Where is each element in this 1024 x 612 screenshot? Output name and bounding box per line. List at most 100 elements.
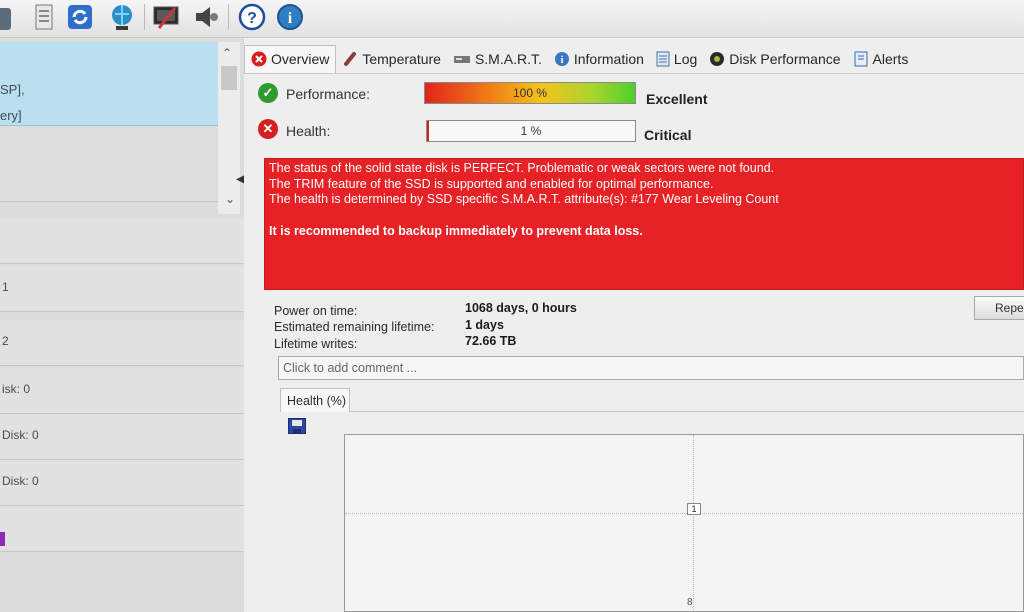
tab-temperature[interactable]: Temperature [336,46,447,72]
list-item[interactable] [0,218,254,264]
list-item-text: 2 [2,334,9,348]
refresh-icon [68,5,92,29]
toolbar-button-help[interactable]: ? [236,1,268,33]
disk-item-text: SP], [0,82,25,97]
info-icon: i [277,4,303,30]
health-value: 1 % [520,124,542,138]
status-message-line: The status of the solid state disk is PE… [269,161,775,175]
info-icon: i [554,51,570,67]
performance-result: Excellent [646,91,708,107]
toolbar-button-about[interactable]: i [274,1,306,33]
disk-item[interactable] [0,128,218,202]
tab-label: S.M.A.R.T. [474,50,542,67]
tab-disk-performance[interactable]: Disk Performance [703,46,846,72]
chart-tick-label: 8 [687,597,693,608]
remaining-lifetime-value: 1 days [465,318,504,332]
tab-label: Overview [271,51,330,67]
chart-gridline [693,435,694,611]
list-item-text: 1 [2,280,9,294]
performance-label: Performance: [286,86,371,102]
tab-label: Information [573,50,644,67]
disk-performance-icon [709,51,725,67]
list-item-text: Disk: 0 [2,428,39,442]
toolbar-separator [228,4,229,30]
tab-information[interactable]: i Information [548,46,650,72]
toolbar: ? i [0,0,1024,38]
status-message-box: The status of the solid state disk is PE… [264,158,1024,290]
network-icon [112,5,132,30]
tab-log[interactable]: Log [650,46,703,72]
repeat-test-button[interactable]: Repea [974,296,1024,320]
drive-icon [453,53,471,65]
chart-point-label: 1 [687,503,701,515]
toolbar-button-report[interactable] [28,1,60,33]
recommendation-text: It is recommended to backup immediately … [269,223,643,238]
tab-smart[interactable]: S.M.A.R.T. [447,46,548,72]
selected-disk-item[interactable]: SP], ery] [0,42,218,126]
status-message-line: The TRIM feature of the SSD is supported… [269,176,714,191]
red-x-icon: ✕ [258,119,278,139]
list-item[interactable]: 1 [0,266,254,312]
help-icon: ? [238,3,266,31]
tab-overview[interactable]: Overview [244,44,337,73]
speaker-icon [196,7,218,27]
svg-text:?: ? [247,10,257,27]
health-result: Critical [644,127,692,143]
toolbar-button-sound[interactable] [190,1,222,33]
list-item[interactable]: Disk: 0 [0,460,254,506]
overview-panel: Overview Temperature S.M.A.R.T. i Inform… [244,38,1024,612]
performance-value: 100 % [512,86,548,100]
red-x-icon [251,51,267,67]
thermometer-icon [342,51,358,67]
chart-gridline [345,513,1023,514]
toolbar-button-refresh[interactable] [64,1,96,33]
drive-icon [0,8,11,30]
log-icon [656,51,670,67]
tab-label: Log [673,50,698,67]
toolbar-button-settings[interactable] [150,1,182,33]
settings-monitor-icon [153,6,179,29]
remaining-lifetime-label: Estimated remaining lifetime: [274,320,435,334]
health-row: ✕ [258,116,278,142]
tab-health-chart[interactable]: Health (%) [280,388,350,412]
toolbar-button-network[interactable] [106,1,138,33]
toolbar-button-drive[interactable] [0,1,14,33]
disk-item-text: ery] [0,108,22,123]
chart-tab-divider [350,411,1024,412]
health-chart: 1 8 [344,434,1024,612]
lifetime-writes-label: Lifetime writes: [274,337,358,351]
lifetime-writes-value: 72.66 TB [465,334,517,348]
comment-input[interactable]: Click to add comment ... [278,356,1024,380]
list-item-text: Disk: 0 [2,474,39,488]
scroll-up-icon[interactable]: ⌃ [222,46,232,60]
health-bar: 1 % [426,120,636,142]
tab-alerts[interactable]: Alerts [847,46,915,72]
power-on-time-label: Power on time: [274,304,358,318]
green-check-icon: ✓ [258,83,278,103]
list-item[interactable] [0,506,254,552]
tab-bar: Overview Temperature S.M.A.R.T. i Inform… [244,44,1024,74]
performance-bar: 100 % [424,82,636,104]
scrollbar[interactable]: ⌃ ⌄ [218,42,240,214]
status-message-line: The health is determined by SSD specific… [269,192,779,206]
alerts-icon [853,51,869,67]
scroll-thumb[interactable] [221,66,237,90]
purple-marker [0,532,5,546]
svg-text:i: i [288,10,293,27]
tab-label: Disk Performance [729,50,841,67]
performance-row: ✓ [258,80,278,106]
tab-label: Temperature [362,50,441,67]
list-item-text: isk: 0 [2,382,31,396]
disk-list-panel: SP], ery] ⌃ ⌄ ◀│▶ 1 2 isk: 0 Disk: 0 Dis… [0,38,276,612]
scroll-down-icon[interactable]: ⌄ [225,192,235,206]
report-icon [35,4,53,30]
list-item[interactable]: isk: 0 [0,368,254,414]
toolbar-separator [144,4,145,30]
list-item[interactable]: 2 [0,320,254,366]
svg-text:i: i [560,55,563,66]
save-icon[interactable] [288,418,306,434]
tab-label: Alerts [872,50,909,67]
power-on-time-value: 1068 days, 0 hours [465,301,577,315]
list-item[interactable]: Disk: 0 [0,414,254,460]
health-label: Health: [286,123,331,139]
